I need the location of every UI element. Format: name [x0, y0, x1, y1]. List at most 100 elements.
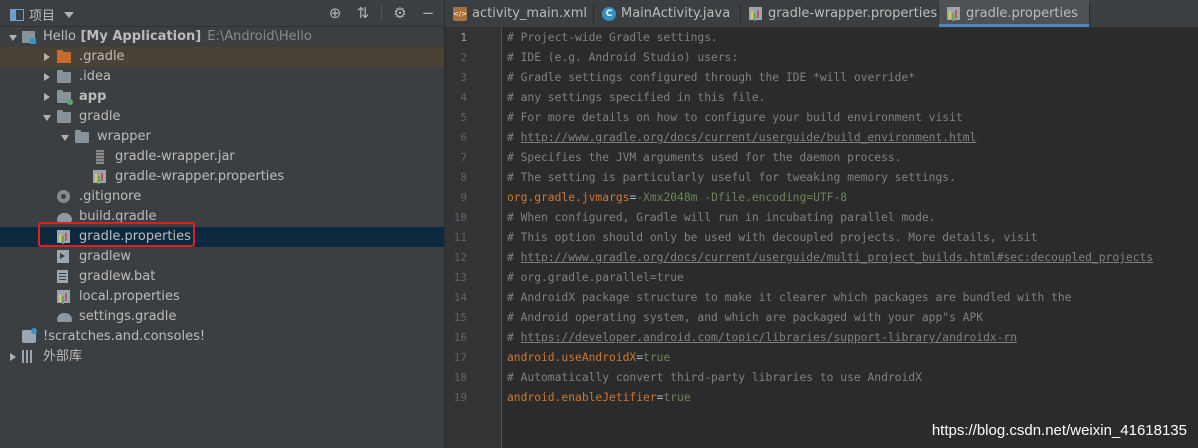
code-token: # Automatically convert third-party libr…: [507, 371, 922, 384]
code-token: # This option should only be used with d…: [507, 231, 1038, 244]
toolbar-divider: [381, 5, 382, 21]
code-token: # For more details on how to configure y…: [507, 111, 963, 124]
editor-tab-label: activity_main.xml: [472, 6, 588, 21]
tree-item[interactable]: !scratches.and.consoles!: [0, 327, 444, 347]
code-line[interactable]: # Automatically convert third-party libr…: [507, 368, 922, 388]
project-path: E:\Android\Hello: [207, 29, 312, 44]
code-line[interactable]: # org.gradle.parallel=true: [507, 268, 684, 288]
chevron-right-icon[interactable]: [42, 87, 54, 107]
tree-item-label: gradlew.bat: [79, 269, 156, 284]
line-number: 4: [460, 91, 467, 104]
chevron-right-icon[interactable]: [42, 67, 54, 87]
collapse-all-icon[interactable]: ⇅: [353, 3, 373, 23]
folder-icon: [57, 110, 72, 124]
editor-tab[interactable]: </> activity_main.xml: [445, 0, 593, 27]
chevron-down-icon[interactable]: [64, 11, 75, 18]
module-icon: [22, 30, 37, 44]
code-line[interactable]: # This option should only be used with d…: [507, 228, 1038, 248]
code-line[interactable]: # Project-wide Gradle settings.: [507, 28, 718, 48]
script-icon: [57, 250, 72, 264]
code-link[interactable]: http://www.gradle.org/docs/current/userg…: [521, 131, 977, 144]
tree-item[interactable]: gradle-wrapper.properties: [0, 167, 444, 187]
editor-tab[interactable]: C MainActivity.java: [594, 0, 740, 27]
line-number: 15: [453, 311, 467, 324]
chevron-down-icon[interactable]: [42, 107, 54, 127]
tree-item[interactable]: .idea: [0, 67, 444, 87]
scratches-icon: [22, 328, 37, 344]
tree-item-label: gradle-wrapper.jar: [115, 149, 235, 164]
code-token: #: [507, 251, 521, 264]
locate-icon[interactable]: ⊕: [325, 3, 345, 23]
gradle-icon: [57, 210, 72, 224]
line-number: 11: [453, 231, 467, 244]
tree-item-label: local.properties: [79, 289, 180, 304]
folder-icon: [57, 50, 72, 64]
tree-item[interactable]: 外部库: [0, 347, 444, 367]
tree-item[interactable]: gradle: [0, 107, 444, 127]
properties-icon: [93, 170, 108, 184]
tree-item[interactable]: gradlew: [0, 247, 444, 267]
tree-item[interactable]: gradlew.bat: [0, 267, 444, 287]
code-line[interactable]: # Specifies the JVM arguments used for t…: [507, 148, 901, 168]
line-number: 6: [460, 131, 467, 144]
tree-item[interactable]: .gitignore: [0, 187, 444, 207]
project-tree: Hello [My Application] E:\Android\Hello .g…: [0, 27, 444, 367]
code-line[interactable]: # AndroidX package structure to make it …: [507, 288, 1072, 308]
code-token: -Xmx2048m -Dfile.encoding=UTF-8: [636, 191, 848, 204]
code-line[interactable]: # For more details on how to configure y…: [507, 108, 963, 128]
hide-icon[interactable]: −: [418, 3, 438, 23]
code-line[interactable]: android.useAndroidX=true: [507, 348, 670, 368]
tree-item[interactable]: settings.gradle: [0, 307, 444, 327]
chevron-right-icon[interactable]: [8, 347, 20, 367]
libraries-icon: [22, 350, 37, 364]
editor-tab[interactable]: gradle.properties: [939, 0, 1089, 27]
gear-icon[interactable]: ⚙: [390, 3, 410, 23]
code-line[interactable]: # http://www.gradle.org/docs/current/use…: [507, 128, 976, 148]
tree-item[interactable]: .gradle: [0, 47, 444, 67]
tab-divider: [1089, 4, 1090, 23]
line-number: 10: [453, 211, 467, 224]
project-view-selector[interactable]: 项目: [10, 5, 75, 24]
tree-item[interactable]: Hello [My Application] E:\Android\Hello: [0, 27, 444, 47]
chevron-down-icon[interactable]: [8, 27, 20, 47]
tree-item[interactable]: local.properties: [0, 287, 444, 307]
code-line[interactable]: # Android operating system, and which ar…: [507, 308, 983, 328]
module-folder-icon: [57, 90, 73, 105]
line-number: 19: [453, 391, 467, 404]
code-line[interactable]: # IDE (e.g. Android Studio) users:: [507, 48, 738, 68]
tree-item[interactable]: gradle-wrapper.jar: [0, 147, 444, 167]
tree-item-label: gradlew: [79, 249, 132, 264]
line-number: 2: [460, 51, 467, 64]
code-token: true: [663, 391, 691, 404]
code-editor[interactable]: # Project-wide Gradle settings. # IDE (e.…: [502, 28, 1198, 448]
code-token: # Gradle settings configured through the…: [507, 71, 916, 84]
code-token: #: [507, 131, 521, 144]
code-line[interactable]: # Gradle settings configured through the…: [507, 68, 915, 88]
tree-item[interactable]: gradle.properties: [0, 227, 444, 247]
line-number: 5: [460, 111, 467, 124]
code-link[interactable]: http://www.gradle.org/docs/current/userg…: [521, 251, 1154, 264]
code-line[interactable]: # When configured, Gradle will run in in…: [507, 208, 935, 228]
code-link[interactable]: https://developer.android.com/topic/libr…: [521, 331, 1018, 344]
chevron-right-icon[interactable]: [42, 47, 54, 67]
chevron-down-icon[interactable]: [60, 127, 72, 147]
code-token: android.useAndroidX: [507, 351, 637, 364]
code-line[interactable]: # any settings specified in this file.: [507, 88, 765, 108]
tree-item[interactable]: app: [0, 87, 444, 107]
tree-item-label: settings.gradle: [79, 309, 177, 324]
editor-tab-label: gradle-wrapper.properties: [768, 6, 938, 21]
project-name: [My Application]: [75, 29, 202, 44]
code-line[interactable]: org.gradle.jvmargs=-Xmx2048m -Dfile.enco…: [507, 188, 847, 208]
code-token: #: [507, 331, 521, 344]
editor-tab[interactable]: gradle-wrapper.properties: [741, 0, 938, 27]
code-line[interactable]: # https://developer.android.com/topic/li…: [507, 328, 1017, 348]
code-line[interactable]: # http://www.gradle.org/docs/current/use…: [507, 248, 1153, 268]
code-line[interactable]: android.enableJetifier=true: [507, 388, 691, 408]
line-number: 17: [453, 351, 467, 364]
line-number: 18: [453, 371, 467, 384]
tree-item[interactable]: wrapper: [0, 127, 444, 147]
properties-icon: [749, 7, 763, 21]
code-line[interactable]: # The setting is particularly useful for…: [507, 168, 956, 188]
project-panel-icon: [10, 8, 24, 21]
tree-item[interactable]: build.gradle: [0, 207, 444, 227]
